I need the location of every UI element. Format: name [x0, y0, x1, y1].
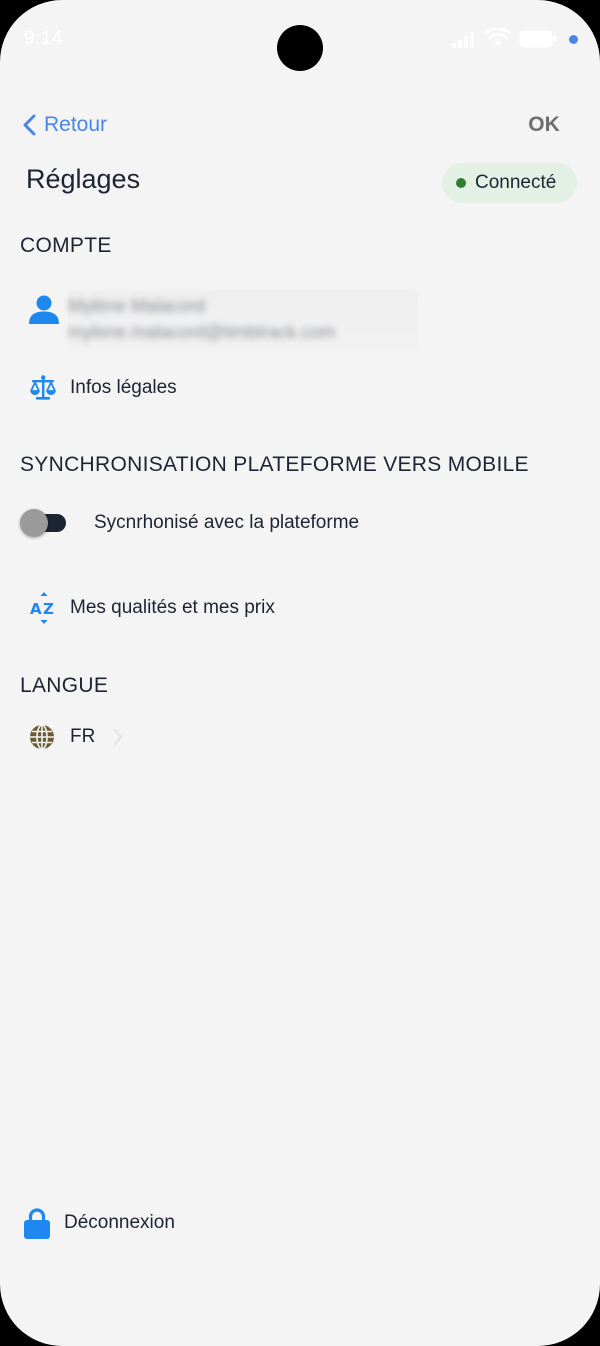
connected-dot-icon [456, 178, 466, 188]
page-title: Réglages [26, 164, 141, 194]
chevron-right-icon [114, 729, 123, 745]
svg-text:Z: Z [43, 600, 54, 618]
user-icon [29, 295, 59, 324]
back-label: Retour [44, 113, 108, 136]
wifi-icon [485, 28, 511, 46]
logout-button[interactable]: Déconnexion [24, 1206, 175, 1240]
phone-screen: 9:14 Retour OK Réglages Connecté COMPTE [0, 0, 600, 1346]
toggle-knob [20, 509, 48, 537]
back-button[interactable]: Retour [20, 108, 107, 142]
account-email: mylene.malacord@timbtrack.com [68, 322, 336, 342]
account-name: Mylène Malacord [68, 296, 206, 316]
status-bar: 9:14 [0, 0, 600, 80]
status-badge-label: Connecté [475, 172, 557, 193]
section-title-language: LANGUE [20, 674, 109, 697]
sync-toggle-label: Sycnrhonisé avec la plateforme [94, 512, 360, 533]
svg-text:A: A [30, 600, 42, 618]
legal-info-label: Infos légales [70, 377, 177, 398]
status-time: 9:14 [24, 28, 63, 49]
sync-toggle[interactable] [20, 508, 66, 538]
status-badge: Connecté [442, 163, 577, 203]
notification-dot [569, 35, 578, 44]
sort-az-icon: A Z [30, 592, 54, 624]
camera-cutout [277, 25, 323, 71]
section-title-account: COMPTE [20, 234, 112, 257]
ok-button[interactable]: OK [518, 110, 570, 140]
qualities-prices-label: Mes qualités et mes prix [70, 597, 275, 618]
lock-icon [24, 1208, 50, 1239]
legal-info-row[interactable]: Infos légales [28, 372, 177, 404]
globe-icon [30, 724, 54, 750]
battery-icon [519, 30, 557, 48]
scale-icon [30, 375, 56, 400]
language-value: FR [70, 726, 96, 747]
chevron-left-icon [23, 114, 36, 136]
qualities-prices-row[interactable]: A Z Mes qualités et mes prix [30, 590, 275, 626]
signal-icon [452, 32, 474, 48]
language-row[interactable]: FR [29, 722, 123, 752]
account-row[interactable]: Mylène Malacord mylene.malacord@timbtrac… [26, 288, 420, 354]
account-details: Mylène Malacord mylene.malacord@timbtrac… [68, 290, 418, 354]
section-title-sync: SYNCHRONISATION PLATEFORME VERS MOBILE [20, 453, 529, 476]
logout-label: Déconnexion [64, 1212, 175, 1233]
